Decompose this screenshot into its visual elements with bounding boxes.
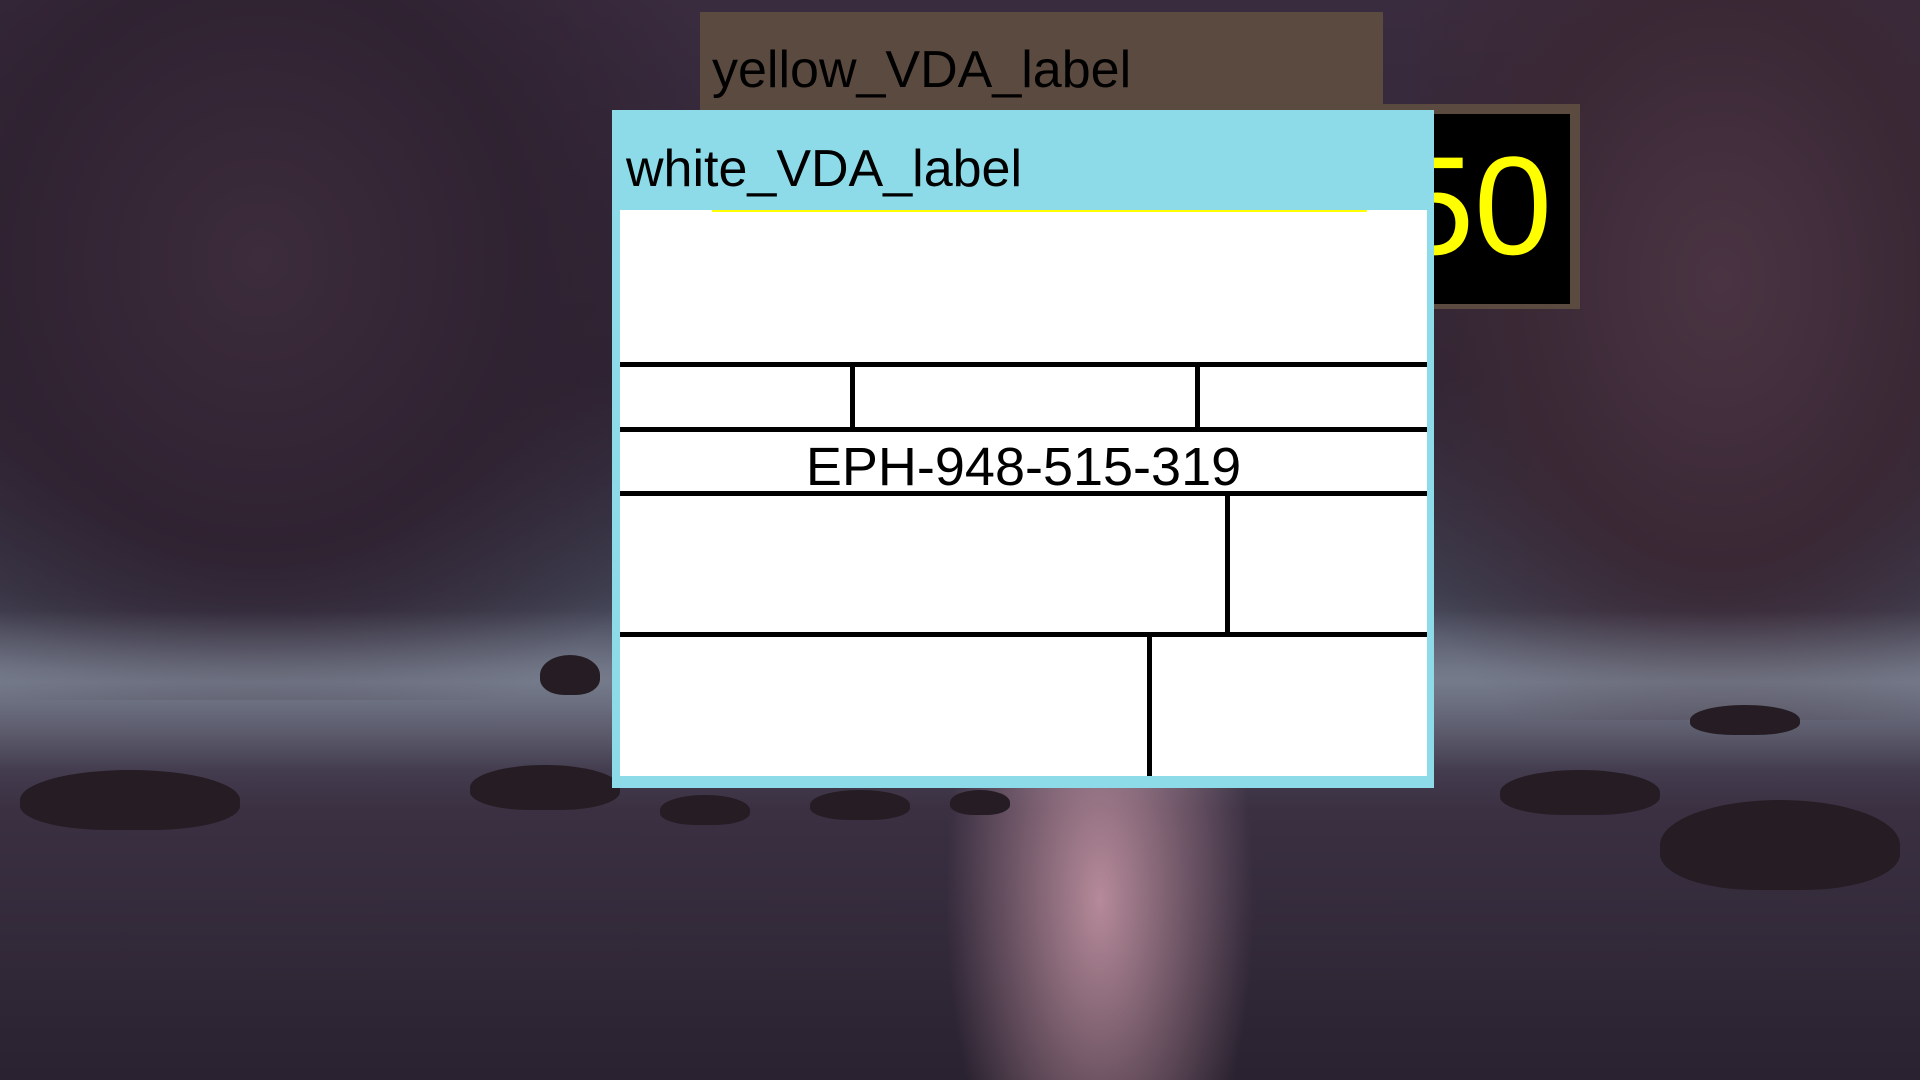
background-rock (540, 655, 600, 695)
background-rock (470, 765, 620, 810)
form-divider (620, 427, 1427, 432)
background-rock (950, 790, 1010, 815)
window-title: white_VDA_label (626, 140, 1023, 198)
background-rock (20, 770, 240, 830)
form-field (620, 496, 1225, 632)
background-cliff-left (0, 0, 700, 700)
background-rock (1660, 800, 1900, 890)
white-vda-label-window[interactable]: white_VDA_label EPH-948-515-319 (612, 110, 1434, 788)
vda-label-form: EPH-948-515-319 (620, 210, 1427, 776)
form-field (1230, 496, 1427, 632)
window-title: yellow_VDA_label (712, 41, 1132, 99)
form-field (620, 637, 1147, 776)
form-field (1200, 367, 1427, 427)
label-identifier: EPH-948-515-319 (805, 437, 1242, 497)
background-rock (1690, 705, 1800, 735)
form-field (1152, 637, 1427, 776)
form-header-field (620, 210, 1427, 362)
form-field (855, 367, 1195, 427)
background-rock (660, 795, 750, 825)
background-rock (810, 790, 910, 820)
form-field (620, 367, 850, 427)
background-rock (1500, 770, 1660, 815)
